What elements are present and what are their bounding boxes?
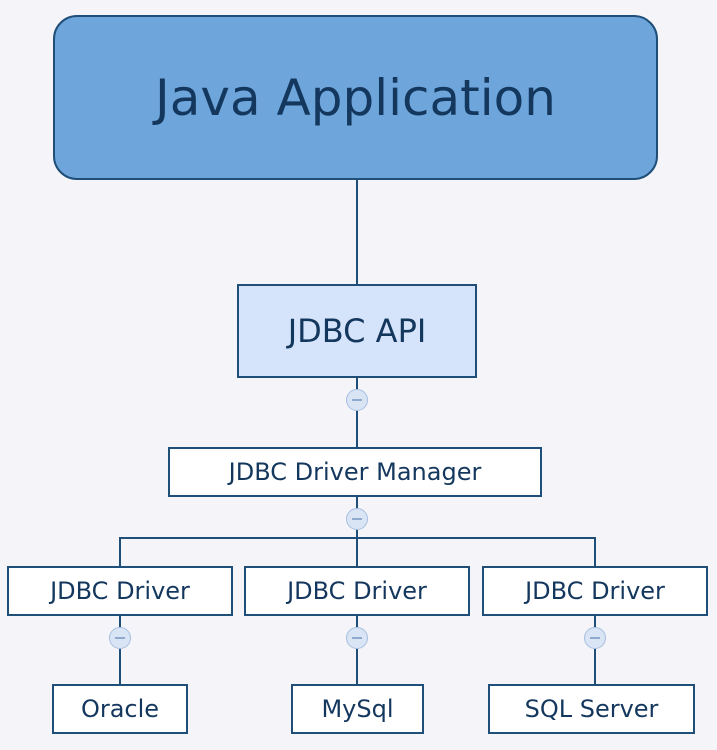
jdbc-driver-manager-label: JDBC Driver Manager bbox=[228, 458, 482, 486]
mysql-node: MySql bbox=[291, 684, 424, 734]
jdbc-driver-label-1: JDBC Driver bbox=[50, 577, 190, 605]
java-application-node: Java Application bbox=[53, 15, 658, 180]
jdbc-driver-label-2: JDBC Driver bbox=[287, 577, 427, 605]
jdbc-architecture-diagram: Java Application JDBC API JDBC Driver Ma… bbox=[0, 0, 717, 750]
jdbc-driver-node-3: JDBC Driver bbox=[482, 566, 708, 616]
jdbc-api-node: JDBC API bbox=[237, 284, 477, 378]
mysql-label: MySql bbox=[321, 695, 394, 723]
collapse-driver-1-icon[interactable] bbox=[109, 627, 131, 649]
jdbc-driver-node-2: JDBC Driver bbox=[244, 566, 470, 616]
collapse-manager-icon[interactable] bbox=[346, 508, 368, 530]
sql-server-node: SQL Server bbox=[488, 684, 695, 734]
jdbc-driver-label-3: JDBC Driver bbox=[525, 577, 665, 605]
oracle-node: Oracle bbox=[52, 684, 188, 734]
jdbc-api-label: JDBC API bbox=[287, 312, 427, 350]
collapse-driver-2-icon[interactable] bbox=[346, 627, 368, 649]
jdbc-driver-manager-node: JDBC Driver Manager bbox=[168, 447, 542, 497]
sql-server-label: SQL Server bbox=[524, 695, 659, 723]
collapse-driver-3-icon[interactable] bbox=[584, 627, 606, 649]
oracle-label: Oracle bbox=[80, 695, 160, 723]
jdbc-driver-node-1: JDBC Driver bbox=[7, 566, 233, 616]
collapse-api-icon[interactable] bbox=[346, 389, 368, 411]
java-application-label: Java Application bbox=[155, 68, 556, 127]
